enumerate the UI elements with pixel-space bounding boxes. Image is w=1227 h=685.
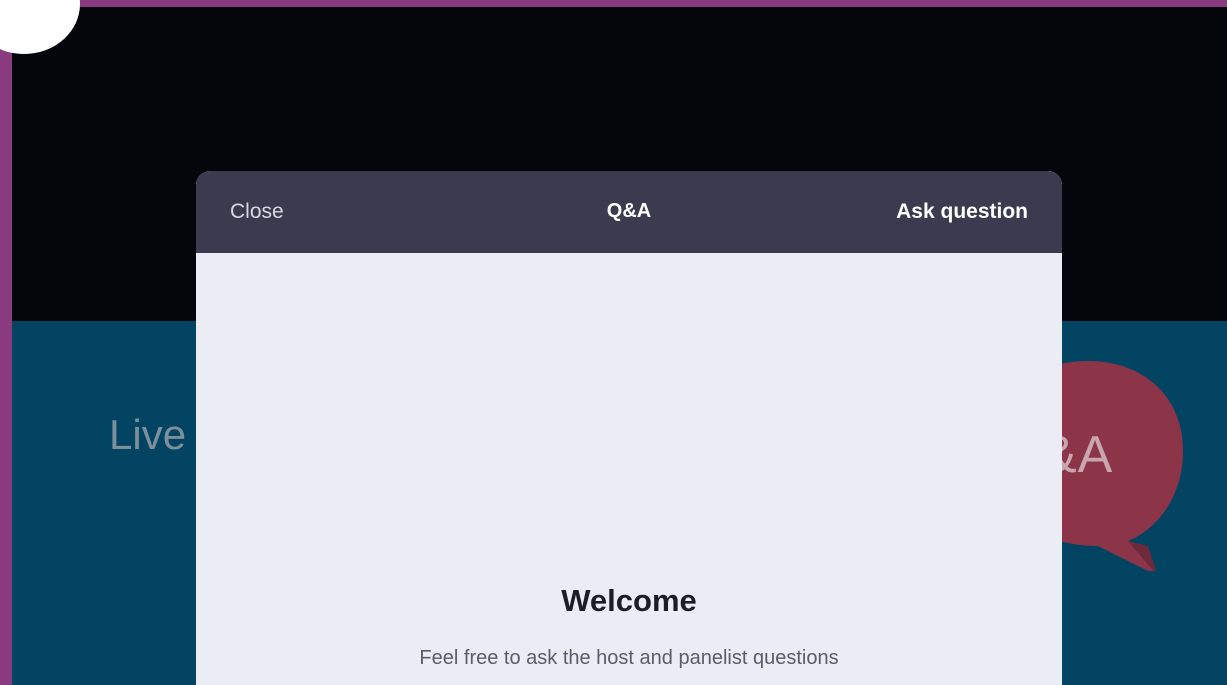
app-frame: Live &A Close Q&A Ask question Welcome F…: [12, 7, 1227, 685]
modal-header: Close Q&A Ask question: [196, 171, 1062, 253]
ask-question-button[interactable]: Ask question: [896, 200, 1028, 224]
welcome-subtext: Feel free to ask the host and panelist q…: [419, 647, 839, 669]
qa-modal: Close Q&A Ask question Welcome Feel free…: [196, 171, 1062, 685]
welcome-heading: Welcome: [561, 583, 697, 618]
slide-title: Live: [109, 411, 187, 458]
